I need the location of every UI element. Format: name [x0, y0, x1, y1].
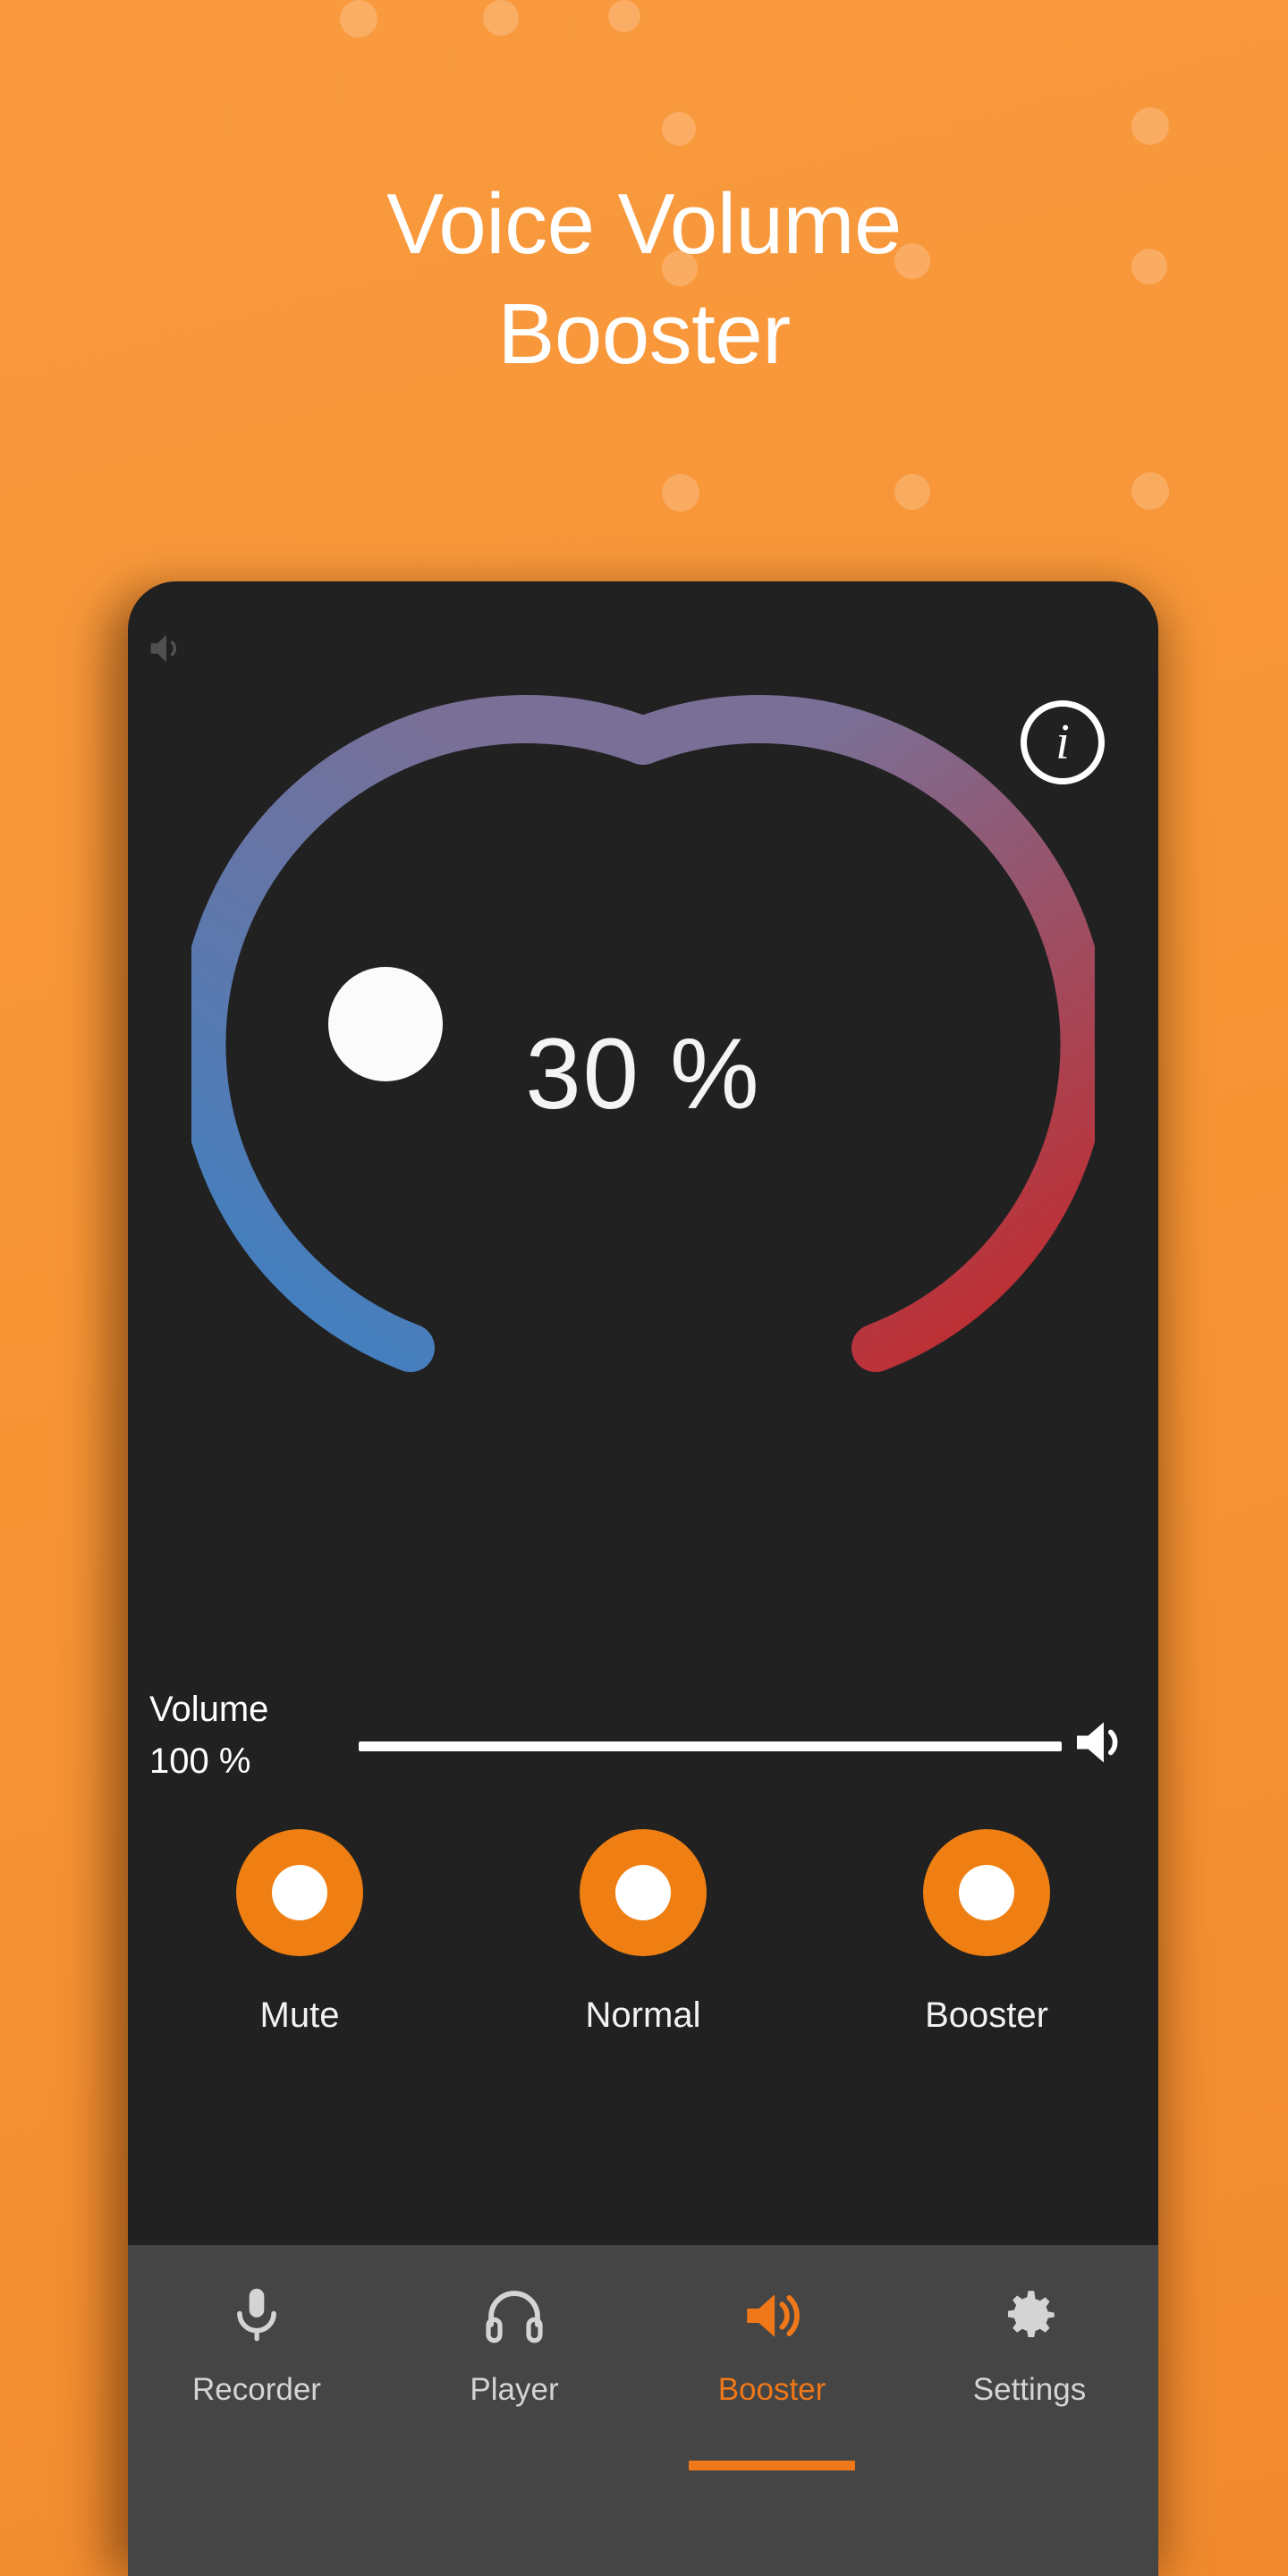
radio-inner-dot — [959, 1865, 1014, 1920]
radio-inner-dot — [615, 1865, 671, 1920]
decorative-dot — [662, 474, 699, 512]
volume-control-row: Volume 100 % — [128, 1664, 1158, 1825]
speaker-high-icon — [739, 2283, 805, 2349]
headphones-icon — [481, 2283, 547, 2349]
mode-selector-group: Mute Normal Booster — [128, 1829, 1158, 2124]
mode-option-booster[interactable]: Booster — [815, 1829, 1158, 2124]
app-store-screenshot: Voice Volume Booster i 30 % Volume 100 %… — [0, 0, 1288, 2576]
volume-status-icon — [144, 628, 185, 669]
phone-mockup: i 30 % Volume 100 % Mute Normal Booster … — [128, 581, 1158, 2576]
bottom-navigation: Recorder Player Booster Settings — [128, 2245, 1158, 2576]
mode-label: Mute — [259, 1996, 340, 2035]
radio-selected-icon[interactable] — [580, 1829, 707, 1956]
decorative-dot — [483, 0, 519, 36]
mode-label: Booster — [925, 1996, 1048, 2035]
volume-value-label: 100 % — [149, 1741, 251, 1781]
active-tab-underline — [689, 2461, 855, 2470]
microphone-icon — [224, 2283, 290, 2349]
nav-item-label: Settings — [972, 2372, 1087, 2407]
volume-label-group: Volume 100 % — [149, 1683, 268, 1787]
volume-slider[interactable] — [359, 1741, 1062, 1751]
nav-item-settings[interactable]: Settings — [901, 2283, 1158, 2576]
gear-icon — [996, 2283, 1063, 2349]
decorative-dot — [1131, 472, 1169, 510]
radio-inner-dot — [272, 1865, 327, 1920]
decorative-dot — [662, 112, 696, 146]
gauge-value-label: 30 % — [525, 1018, 761, 1130]
radio-selected-icon[interactable] — [236, 1829, 363, 1956]
nav-item-booster[interactable]: Booster — [643, 2283, 901, 2576]
nav-item-recorder[interactable]: Recorder — [128, 2283, 386, 2576]
speaker-high-icon[interactable] — [1069, 1710, 1133, 1775]
radio-selected-icon[interactable] — [923, 1829, 1050, 1956]
nav-item-player[interactable]: Player — [386, 2283, 643, 2576]
decorative-dot — [608, 0, 640, 32]
mode-label: Normal — [585, 1996, 701, 2035]
decorative-dot — [1131, 107, 1169, 145]
decorative-dot — [340, 0, 377, 38]
mode-option-normal[interactable]: Normal — [471, 1829, 815, 2124]
decorative-dot — [894, 474, 930, 510]
nav-item-label: Booster — [717, 2372, 826, 2407]
volume-label: Volume — [149, 1690, 269, 1729]
nav-item-label: Player — [470, 2372, 559, 2407]
page-title: Voice Volume Booster — [386, 176, 902, 382]
mode-option-mute[interactable]: Mute — [128, 1829, 471, 2124]
nav-item-label: Recorder — [192, 2372, 321, 2407]
booster-gauge[interactable]: 30 % — [128, 689, 1158, 1494]
